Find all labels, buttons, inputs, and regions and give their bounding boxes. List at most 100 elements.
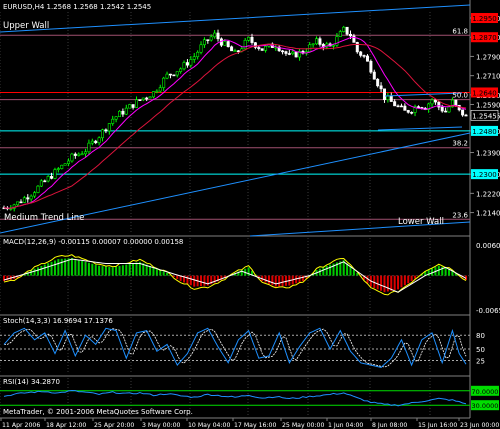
time-tick-label: 25 May 00:00: [282, 422, 324, 429]
price-tick-label: 1.2590: [476, 101, 500, 109]
candle-body: [90, 140, 94, 144]
candle-body: [33, 192, 37, 197]
candle-body: [111, 118, 115, 124]
candle-body: [63, 163, 67, 166]
candle-body: [291, 51, 295, 54]
candle-body: [138, 99, 142, 101]
candle-body: [230, 46, 234, 52]
candle-body: [396, 105, 400, 108]
fibonacci-level-label: 23.6: [452, 211, 468, 219]
price-tick-label: 1.2710: [476, 73, 500, 81]
candle-body: [260, 48, 264, 51]
candle-body: [243, 39, 247, 50]
candle-body: [342, 26, 346, 32]
candle-body: [192, 56, 196, 60]
candle-body: [107, 123, 111, 132]
candle-body: [216, 32, 220, 40]
candle-body: [410, 112, 414, 114]
candle-body: [461, 109, 465, 116]
time-tick-label: 8 Jun 08:00: [372, 422, 407, 429]
candle-body: [348, 33, 352, 37]
metatrader-chart: Upper Wall Medium Trend Line Lower Wall …: [0, 0, 500, 429]
candle-body: [389, 95, 393, 102]
price-tag-label: 1.2950: [472, 15, 497, 23]
candle-body: [50, 176, 54, 179]
candle-body: [250, 36, 254, 43]
candle-body: [158, 87, 162, 92]
candle-body: [379, 85, 383, 90]
candle-body: [393, 101, 397, 107]
candle-body: [118, 110, 122, 118]
time-tick-label: 1 Jun 04:00: [328, 422, 363, 429]
candle-body: [56, 168, 60, 170]
lower-wall-label: Lower Wall: [398, 217, 444, 227]
candle-body: [121, 110, 125, 115]
candle-body: [77, 153, 81, 156]
time-tick-label: 25 Apr 20:00: [94, 422, 134, 429]
fibonacci-level-label: 61.8: [452, 27, 468, 35]
stoch-level-label: 50: [476, 346, 485, 354]
candle-body: [94, 140, 98, 144]
candle-body: [257, 47, 261, 49]
stoch-level-label: 80: [476, 332, 485, 340]
stoch-label: Stoch(14,3,3) 16.9694 17.1376: [3, 317, 113, 325]
price-tag-label: 1.2545: [472, 112, 497, 120]
candle-body: [87, 142, 91, 153]
candle-body: [294, 51, 298, 58]
candle-body: [168, 73, 172, 76]
time-tick-label: 10 May 04:00: [188, 422, 230, 429]
candle-body: [179, 68, 183, 72]
candle-body: [70, 153, 74, 162]
price-tick-label: 1.2790: [476, 53, 500, 61]
macd-tick-label: -0.00659: [476, 307, 500, 315]
candle-body: [101, 129, 105, 139]
candle-body: [165, 73, 169, 79]
candle-body: [114, 116, 118, 120]
candle-body: [19, 201, 23, 204]
candle-body: [124, 107, 128, 115]
candle-body: [454, 99, 458, 106]
upper-wall-label: Upper Wall: [3, 21, 49, 31]
candle-body: [175, 71, 179, 76]
candle-body: [430, 99, 434, 105]
price-tick-label: 1.2390: [476, 150, 500, 158]
candle-body: [447, 106, 451, 113]
candle-body: [155, 90, 159, 93]
candle-body: [226, 41, 230, 48]
candle-body: [148, 96, 152, 99]
candle-body: [196, 51, 200, 58]
candle-body: [141, 97, 145, 101]
candle-body: [182, 62, 186, 70]
candle-body: [36, 185, 40, 193]
candle-body: [406, 110, 410, 113]
rsi-level-label: 30.0000: [472, 402, 499, 410]
candle-body: [281, 50, 285, 53]
candle-body: [131, 104, 135, 108]
candle-body: [386, 95, 390, 100]
time-tick-label: 3 May 00:00: [142, 422, 181, 429]
price-tag-label: 1.2300: [472, 171, 497, 179]
candle-body: [189, 59, 193, 66]
candle-body: [185, 62, 189, 66]
candle-body: [73, 153, 77, 156]
candle-body: [233, 50, 237, 53]
candle-body: [134, 99, 138, 108]
candle-body: [206, 39, 210, 41]
copyright-text: MetaTrader, © 2001-2006 MetaQuotes Softw…: [3, 408, 193, 416]
candle-body: [60, 164, 64, 169]
candle-body: [416, 106, 420, 108]
candle-body: [236, 50, 240, 53]
candle-body: [104, 129, 108, 132]
candle-body: [39, 180, 43, 187]
candle-body: [97, 137, 101, 144]
candle-body: [284, 51, 288, 54]
candle-body: [172, 74, 176, 77]
candle-body: [209, 36, 213, 41]
candle-body: [26, 197, 30, 200]
candle-body: [345, 26, 349, 35]
candle-body: [315, 38, 319, 45]
chart-header: EURUSD,H4 1.2568 1.2568 1.2542 1.2545: [3, 3, 151, 11]
candle-body: [318, 38, 322, 45]
macd-label: MACD(12,26,9) -0.00115 0.00007 0.00000 0…: [3, 238, 183, 246]
candle-body: [338, 31, 342, 37]
